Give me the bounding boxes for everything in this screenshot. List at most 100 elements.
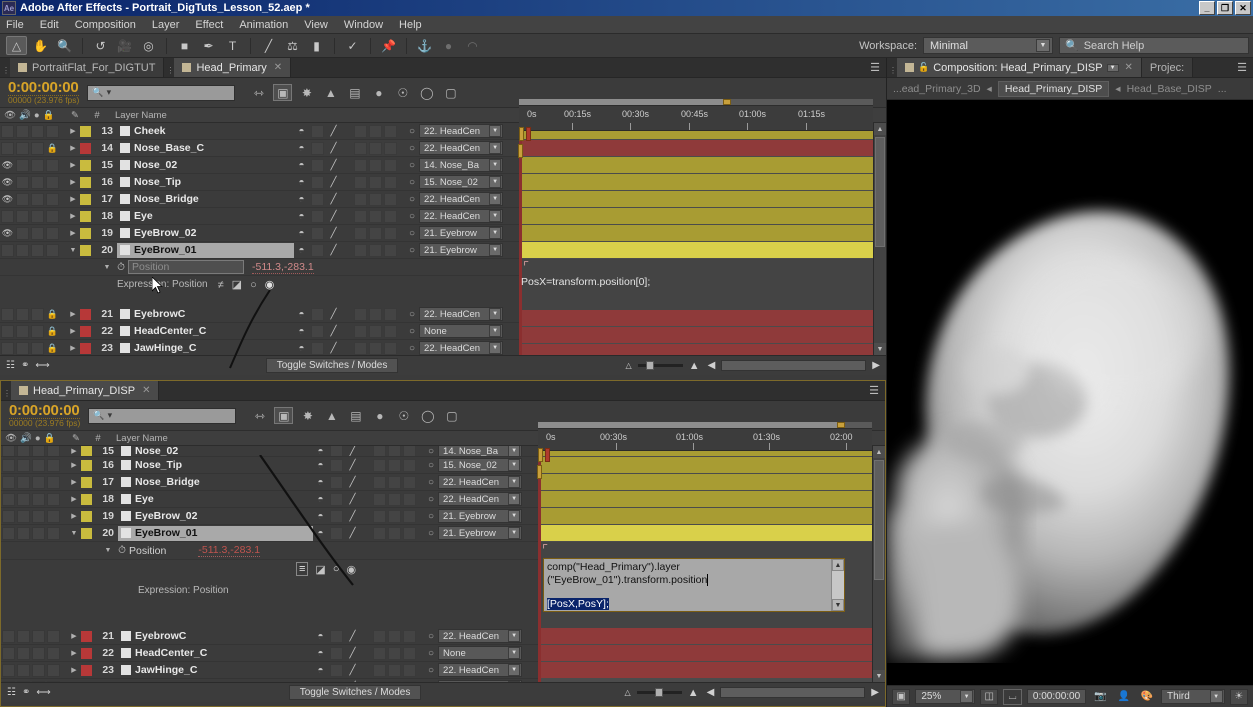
expand-arrow-icon[interactable]: ▶ [66,310,80,318]
brainstorm-icon[interactable]: ● [369,84,388,101]
parent-pickwhip-icon[interactable]: ○ [409,126,415,137]
layer-name[interactable]: Nose_Bridge [117,192,294,207]
take-snapshot-icon[interactable]: 📷 [1091,689,1109,705]
parent-cell[interactable]: ○ 14. Nose_Ba ▼ [409,158,519,172]
expand-arrow-icon[interactable]: ▶ [66,327,80,335]
close-button[interactable]: ✕ [1235,1,1251,15]
expression-enable-icon-b[interactable]: ≡ [296,562,309,576]
expand-arrow-icon[interactable]: ▶ [66,229,80,237]
scroll-up-arrow-icon-b[interactable]: ▲ [873,446,885,458]
scroll-up-arrow-icon[interactable]: ▲ [874,123,886,135]
parent-select[interactable]: 15. Nose_02 ▼ [438,458,523,472]
tab-project[interactable]: Projec: [1141,58,1194,77]
table-row[interactable]: ▶ 18 Eye ◓ ╱ ○ 22. HeadCen ▼ [1,491,538,508]
table-row[interactable]: ▶ 23 JawHinge_C ◓ ╱ ○ 22. HeadCen ▼ [1,662,538,679]
label-color-swatch[interactable] [81,527,92,539]
parent-pickwhip-icon[interactable]: ○ [409,245,415,256]
expand-arrow-icon[interactable]: ▶ [66,161,80,169]
label-color-swatch[interactable] [80,125,91,137]
layer-name[interactable]: EyebrowC [118,629,313,644]
av-toggles[interactable] [1,492,67,506]
layer-switches[interactable]: ◓╱ [294,209,409,223]
tab-portraitflat-for-digtut[interactable]: PortraitFlat_For_DIGTUT [10,58,165,77]
av-toggles[interactable] [1,458,67,472]
table-row-selected-bottom[interactable]: ▼ 20 EyeBrow_01 ◓ ╱ ○ 21. Eyebrow ▼ [1,525,538,542]
timeline-graph-top[interactable]: ⌜ PosX=transform.position[0]; [519,123,873,355]
parent-pickwhip-icon[interactable]: ○ [428,477,434,488]
eye-icon[interactable]: 👁 [0,226,15,241]
label-color-swatch[interactable] [80,176,91,188]
timecode-display-top[interactable]: 0:00:00:00 00000 (23.976 fps) [8,79,80,106]
pen-tool-icon[interactable]: ✒ [198,36,219,55]
expression-language-menu-icon[interactable]: ◉ [265,278,275,291]
layer-switches[interactable]: ◓╱ [313,475,428,489]
property-value[interactable]: -511.3,-283.1 [252,261,314,274]
scroll-left-arrow-icon-b[interactable]: ◀ [707,687,715,698]
property-row-position-bottom[interactable]: ▼ ⏱ Position -511.3,-283.1 [1,542,538,560]
parent-cell[interactable]: ○ 21. Eyebrow ▼ [409,243,519,257]
layer-name[interactable]: Nose_02 [117,158,294,173]
hide-shy-layers-icon-b[interactable]: ✸ [298,407,317,424]
work-area-end-handle[interactable] [723,99,731,105]
layer-switches[interactable]: ◓╱ [294,341,409,355]
selection-tool-icon[interactable]: △ [6,36,27,55]
zoom-in-icon[interactable]: ▲ [689,360,700,372]
show-snapshot-icon[interactable]: 👤 [1115,689,1133,705]
layer-switches[interactable]: ◓╱ [313,680,428,682]
label-color-swatch[interactable] [80,159,91,171]
expression-language-menu-icon-b[interactable]: ◉ [346,563,356,576]
parent-cell[interactable]: ○ 22. HeadCen▼ [428,475,538,489]
close-tab-icon[interactable]: ✕ [274,62,282,73]
composition-mini-flowchart-icon-b[interactable]: ⇿ [250,407,269,424]
layer-bar-15[interactable] [519,157,873,173]
label-color-swatch[interactable] [81,647,92,659]
hand-tool-icon[interactable]: ✋ [30,36,51,55]
shape-tool-icon[interactable]: ■ [174,36,195,55]
menu-item-effect[interactable]: Effect [195,19,223,31]
parent-cell[interactable]: ○ 22. HeadCen▼ [428,492,538,506]
parent-cell[interactable]: ○ 21. Eyebrow ▼ [428,526,538,540]
parent-pickwhip-icon[interactable]: ○ [409,177,415,188]
menu-item-view[interactable]: View [304,19,328,31]
layer-name[interactable]: JawHinge_C [117,341,294,356]
layer-switches[interactable]: ◓╱ [313,629,428,643]
av-toggles[interactable]: 🔒 [0,141,66,156]
expand-arrow-icon[interactable]: ▶ [66,344,80,352]
av-toggles[interactable] [1,646,67,660]
parent-pickwhip-icon[interactable]: ○ [428,648,434,659]
layer-name[interactable]: Nose_Tip [117,175,294,190]
label-color-swatch[interactable] [80,342,91,354]
text-tool-icon[interactable]: T [222,36,243,55]
auto-keyframe-icon-b[interactable]: ☉ [394,407,413,424]
menu-item-window[interactable]: Window [344,19,383,31]
menu-item-animation[interactable]: Animation [239,19,288,31]
scroll-down-arrow-icon[interactable]: ▼ [874,343,886,355]
parent-pickwhip-icon[interactable]: ○ [409,160,415,171]
parent-select[interactable]: 22. HeadCen▼ [438,492,523,506]
parent-pickwhip-icon[interactable]: ○ [428,446,434,456]
pickwhip-icon[interactable]: ○ [250,279,257,291]
motion-blur-icon-b[interactable]: ▤ [346,407,365,424]
layer-bar-18[interactable] [519,208,873,224]
expand-arrow-icon[interactable]: ▶ [67,632,81,640]
parent-select[interactable]: 21. Eyebrow ▼ [438,526,523,540]
parent-cell[interactable]: ○ None ▼ [428,646,538,660]
timeline-scrollbar-bottom[interactable]: ▲ ▼ [872,446,885,682]
layer-search-input-bottom[interactable]: 🔍 ▾ [88,407,237,424]
layer-switches[interactable]: ◓╱ [294,192,409,206]
layer-switches[interactable]: ◓╱ [294,175,409,189]
scrollbar-thumb-b[interactable] [874,460,884,580]
layer-bar-22[interactable] [519,327,873,343]
label-color-swatch[interactable] [81,510,92,522]
layer-name[interactable]: Eye [118,492,313,507]
motion-path-icon-b[interactable]: ▢ [442,407,461,424]
layer-switches[interactable]: ◓╱ [313,446,428,456]
expression-graph-icon[interactable]: ◪ [232,278,242,291]
parent-pickwhip-icon[interactable]: ○ [409,143,415,154]
tab-composition-head-primary-disp[interactable]: 🔓 Composition: Head_Primary_DISP ▼ ✕ [897,58,1142,77]
label-color-swatch[interactable] [81,476,92,488]
parent-cell[interactable]: ○ 15. Nose_02 ▼ [409,175,519,189]
layer-name[interactable]: HeadCenter_C [117,324,294,339]
layer-name[interactable]: EyeBrow_02 [117,226,294,241]
layer-name[interactable]: HeadCenter_C [118,646,313,661]
